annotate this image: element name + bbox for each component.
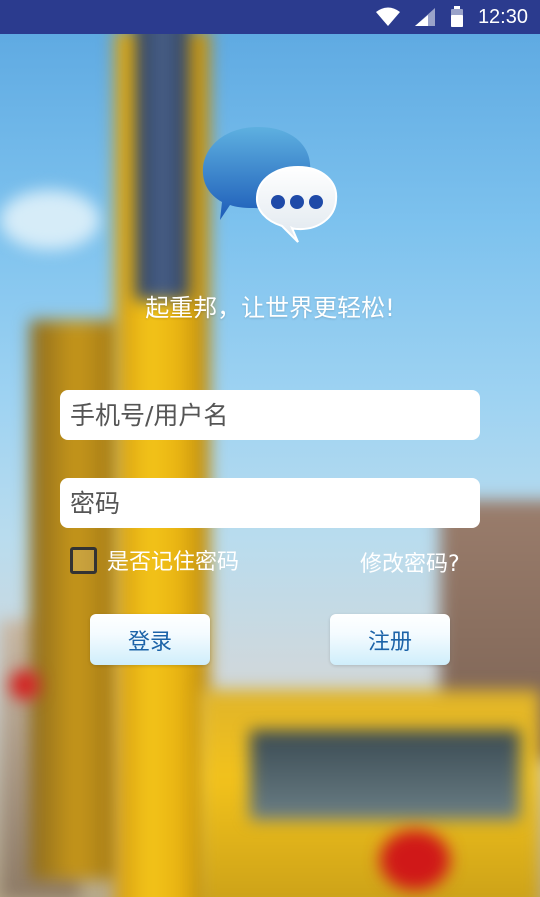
clock: 12:30 [477,5,528,28]
wifi-icon [375,7,400,27]
chat-bubbles-icon [198,122,343,247]
password-input[interactable] [60,478,480,528]
change-password-link[interactable]: 修改密码? [360,546,460,578]
remember-password-toggle[interactable]: 是否记住密码 [70,544,239,576]
status-bar: 12:30 [0,0,540,34]
signal-icon [414,7,436,27]
username-input[interactable] [60,390,480,440]
remember-password-label: 是否记住密码 [107,550,240,575]
battery-icon [450,6,464,28]
register-button[interactable]: 注册 [330,614,450,665]
remember-password-checkbox[interactable] [70,546,97,574]
login-button[interactable]: 登录 [90,614,210,665]
slogan: 起重邦，让世界更轻松! [145,294,395,322]
